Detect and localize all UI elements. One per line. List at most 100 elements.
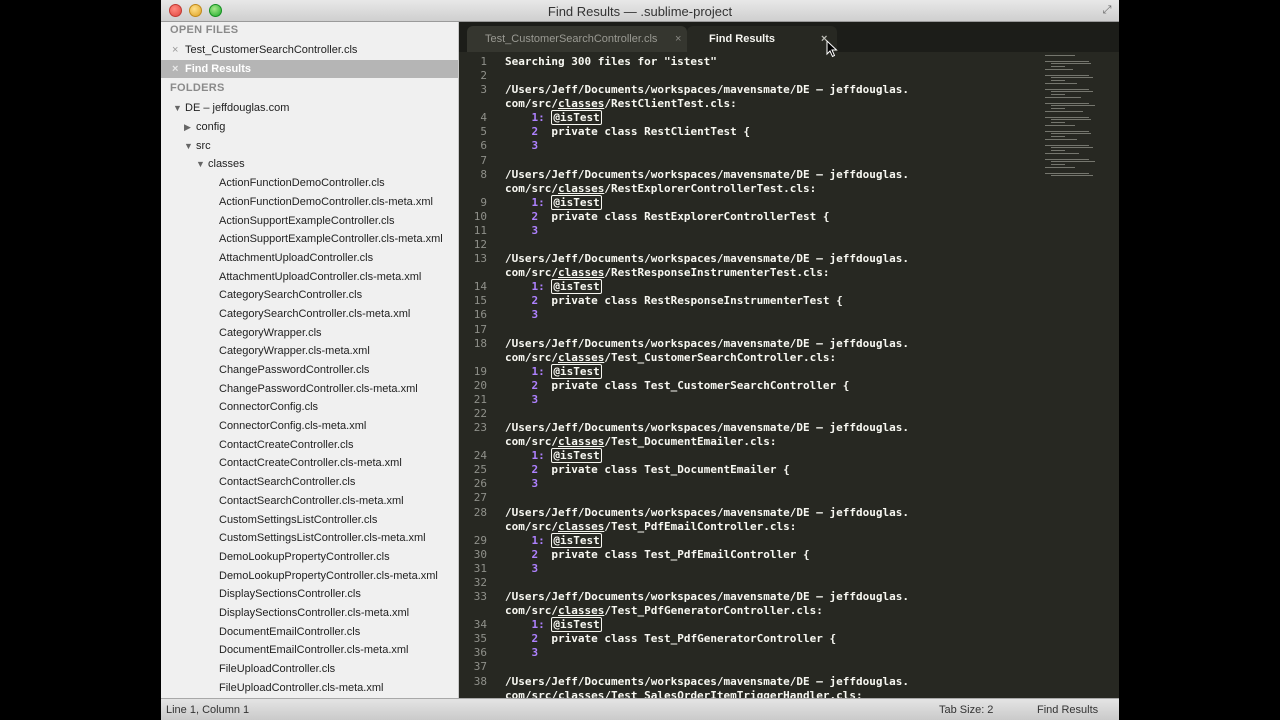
- line-text: 3: [531, 392, 539, 406]
- line-number: 32: [473, 575, 487, 589]
- file-label: AttachmentUploadController.cls: [219, 251, 374, 264]
- line-number: 25: [473, 463, 487, 477]
- result-path: /Users/Jeff/Documents/workspaces/mavensm…: [505, 421, 909, 435]
- tab-size-selector[interactable]: Tab Size: 2: [939, 704, 993, 716]
- file-item[interactable]: CategorySearchController.cls-meta.xml: [161, 305, 458, 324]
- file-item[interactable]: ActionSupportExampleController.cls: [161, 212, 458, 231]
- line-number: 27: [473, 491, 487, 505]
- tab-test-customer-search-controller[interactable]: Test_CustomerSearchController.cls ×: [467, 26, 687, 52]
- minimap-line: [1051, 133, 1091, 135]
- line-text: 3: [531, 477, 539, 491]
- folder-item[interactable]: ▶ config: [161, 118, 458, 137]
- minimap[interactable]: [1043, 52, 1119, 698]
- file-item[interactable]: DocumentEmailController.cls: [161, 623, 458, 642]
- line-number: 28: [473, 505, 487, 519]
- find-results-editor[interactable]: 1 Searching 300 files for "istest" 2 3/User…: [459, 52, 1039, 702]
- folder-item[interactable]: ▼ DE – jeffdouglas.com: [161, 99, 458, 118]
- sublime-window: Find Results — .sublime-project ⤢ OPEN F…: [161, 0, 1119, 720]
- folder-item[interactable]: ▼ src: [161, 137, 458, 156]
- minimap-line: [1045, 60, 1089, 62]
- open-file-item[interactable]: × Find Results: [161, 59, 458, 79]
- minimap-line: [1045, 55, 1075, 56]
- context-line: private class RestResponseInstrumenterTe…: [551, 294, 843, 308]
- line-text: Searching 300 files for "istest": [505, 55, 717, 69]
- file-item[interactable]: AttachmentUploadController.cls-meta.xml: [161, 268, 458, 287]
- code-line: 19 1: @isTest: [459, 363, 1039, 379]
- result-path: /Users/Jeff/Documents/workspaces/mavensm…: [505, 252, 909, 266]
- minimap-line: [1051, 80, 1065, 82]
- file-label: FileUploadController.cls: [219, 663, 336, 675]
- file-item[interactable]: FileUploadController.cls-meta.xml: [161, 679, 458, 698]
- tab-find-results[interactable]: Find Results ×: [687, 26, 837, 52]
- file-item[interactable]: DemoLookupPropertyController.cls-meta.xm…: [161, 567, 458, 586]
- syntax-selector[interactable]: Find Results: [1037, 704, 1098, 716]
- line-text: /Users/Jeff/Documents/workspaces/mavensm…: [505, 675, 909, 689]
- file-item[interactable]: CustomSettingsListController.cls: [161, 511, 458, 530]
- line-text: 3: [531, 561, 539, 575]
- file-item[interactable]: DemoLookupPropertyController.cls: [161, 548, 458, 567]
- line-text: 1: @isTest: [505, 532, 602, 548]
- line-number: 1: [480, 55, 487, 68]
- file-item[interactable]: ChangePasswordController.cls-meta.xml: [161, 380, 458, 399]
- fullscreen-icon[interactable]: ⤢: [1101, 4, 1113, 16]
- file-item[interactable]: ConnectorConfig.cls-meta.xml: [161, 417, 458, 436]
- code-line: 33/Users/Jeff/Documents/workspaces/maven…: [459, 590, 1039, 604]
- tab-label: Test_CustomerSearchController.cls: [485, 33, 658, 45]
- disclosure-right-icon[interactable]: ▶: [184, 118, 191, 137]
- folder-item[interactable]: ▼ classes: [161, 155, 458, 174]
- file-item[interactable]: CustomSettingsListController.cls-meta.xm…: [161, 529, 458, 548]
- open-file-item[interactable]: × Test_CustomerSearchController.cls: [161, 41, 458, 60]
- minimap-line: [1045, 102, 1089, 104]
- minimap-line: [1045, 69, 1073, 70]
- open-file-label: Find Results: [185, 62, 252, 75]
- line-number: 17: [473, 322, 487, 336]
- file-item[interactable]: ContactSearchController.cls-meta.xml: [161, 492, 458, 511]
- file-item[interactable]: DisplaySectionsController.cls-meta.xml: [161, 604, 458, 623]
- close-icon[interactable]: ×: [172, 60, 178, 79]
- file-item[interactable]: FileUploadController.cls: [161, 660, 458, 679]
- line-number: 31: [473, 561, 487, 575]
- file-item[interactable]: ContactCreateController.cls: [161, 436, 458, 455]
- line-number: 2: [480, 69, 487, 83]
- file-item[interactable]: AttachmentUploadController.cls: [161, 249, 458, 268]
- result-path-mid: com/src/: [505, 97, 558, 111]
- file-item[interactable]: CategoryWrapper.cls: [161, 324, 458, 343]
- code-line: 24 1: @isTest: [459, 448, 1039, 464]
- line-text: com/src/classes/Test_PdfGeneratorControl…: [505, 604, 823, 618]
- file-label: CategorySearchController.cls: [219, 289, 363, 302]
- line-number: 29: [473, 533, 487, 547]
- result-file: RestResponseInstrumenterTest.cls:: [610, 266, 830, 280]
- file-label: DemoLookupPropertyController.cls-meta.xm…: [219, 569, 438, 582]
- code-line: 9 1: @isTest: [459, 194, 1039, 210]
- file-item[interactable]: ContactCreateController.cls-meta.xml: [161, 454, 458, 473]
- result-path-folder: classes: [557, 266, 605, 280]
- close-icon[interactable]: ×: [675, 26, 681, 52]
- file-item[interactable]: ConnectorConfig.cls: [161, 398, 458, 417]
- line-number: 4: [480, 111, 487, 125]
- disclosure-down-icon[interactable]: ▼: [196, 155, 205, 174]
- code-line: 35 2 private class Test_PdfGeneratorCont…: [459, 632, 1039, 646]
- disclosure-down-icon[interactable]: ▼: [184, 137, 193, 156]
- code-line: 7: [459, 154, 1039, 168]
- result-path: /Users/Jeff/Documents/workspaces/mavensm…: [505, 167, 909, 181]
- file-item[interactable]: ActionFunctionDemoController.cls-meta.xm…: [161, 193, 458, 212]
- code-line: 36 3: [459, 646, 1039, 660]
- match-line-number: 1:: [531, 618, 545, 632]
- file-item[interactable]: ActionSupportExampleController.cls-meta.…: [161, 230, 458, 249]
- file-item[interactable]: DocumentEmailController.cls-meta.xml: [161, 641, 458, 660]
- file-label: ActionFunctionDemoController.cls: [219, 177, 385, 190]
- file-item[interactable]: CategorySearchController.cls: [161, 286, 458, 305]
- disclosure-down-icon[interactable]: ▼: [173, 99, 182, 118]
- line-number: 15: [473, 294, 487, 308]
- file-label: ContactCreateController.cls-meta.xml: [219, 457, 402, 470]
- file-item[interactable]: ChangePasswordController.cls: [161, 361, 458, 380]
- close-icon[interactable]: ×: [172, 41, 178, 60]
- file-item[interactable]: ActionFunctionDemoController.cls: [161, 174, 458, 193]
- file-item[interactable]: DisplaySectionsController.cls: [161, 585, 458, 604]
- file-item[interactable]: CategoryWrapper.cls-meta.xml: [161, 342, 458, 361]
- file-item[interactable]: ContactSearchController.cls: [161, 473, 458, 492]
- file-label: CategorySearchController.cls-meta.xml: [219, 307, 411, 320]
- minimap-line: [1045, 111, 1083, 112]
- code-line: 13/Users/Jeff/Documents/workspaces/maven…: [459, 252, 1039, 266]
- line-number: 9: [480, 195, 487, 209]
